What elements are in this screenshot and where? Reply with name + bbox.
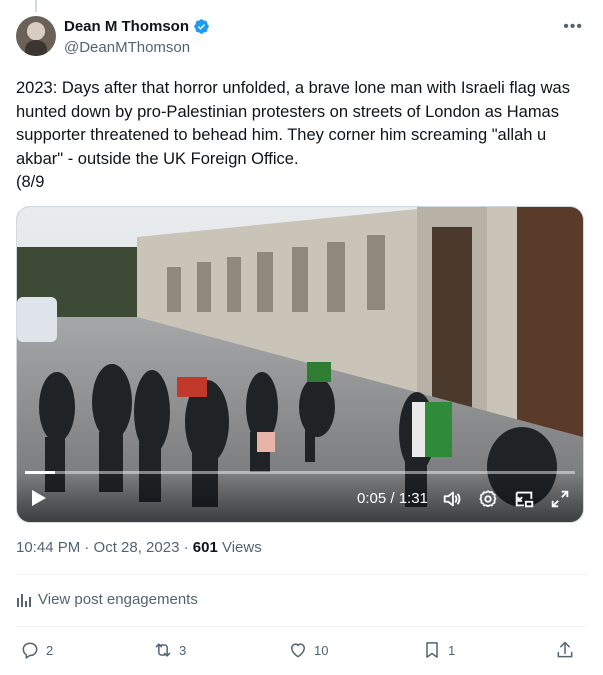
- view-engagements-link[interactable]: View post engagements: [16, 591, 198, 608]
- more-horizontal-icon[interactable]: •••: [563, 18, 583, 36]
- video-progress-fill: [25, 471, 56, 474]
- action-bar: 2 3 10 1: [16, 640, 587, 664]
- repost-button[interactable]: 3: [153, 640, 186, 660]
- bookmark-icon: [426, 642, 438, 658]
- video-player[interactable]: 0:05 / 1:31: [16, 206, 584, 523]
- share-button[interactable]: [555, 640, 575, 660]
- avatar[interactable]: [16, 16, 56, 56]
- like-count: 10: [314, 642, 329, 658]
- post-timestamp[interactable]: 10:44 PM · Oct 28, 2023 ·: [16, 539, 193, 556]
- share-icon: [557, 641, 573, 658]
- author-display-name[interactable]: Dean M Thomson: [64, 18, 189, 35]
- heart-icon: [291, 643, 305, 658]
- post-text: 2023: Days after that horror unfolded, a…: [16, 79, 570, 191]
- volume-icon[interactable]: [441, 488, 463, 510]
- repost-count: 3: [179, 642, 187, 658]
- settings-icon[interactable]: [477, 488, 499, 510]
- video-progress-bar[interactable]: [25, 471, 575, 474]
- video-time: 0:05 / 1:31: [357, 490, 428, 507]
- fullscreen-icon[interactable]: [549, 488, 571, 510]
- divider: [16, 626, 587, 627]
- reply-icon: [22, 642, 38, 659]
- picture-in-picture-icon[interactable]: [513, 488, 535, 510]
- thread-connector-line: [35, 0, 37, 12]
- divider: [16, 574, 587, 575]
- views-count: 601: [192, 539, 218, 556]
- post-header: Dean M Thomson @DeanMThomson •••: [16, 16, 587, 60]
- reply-count: 2: [46, 642, 54, 658]
- repost-icon: [155, 643, 171, 657]
- reply-button[interactable]: 2: [20, 640, 53, 660]
- author-name-row: Dean M Thomson: [64, 18, 210, 35]
- analytics-icon: [17, 593, 31, 607]
- like-button[interactable]: 10: [288, 640, 328, 660]
- bookmark-count: 1: [448, 642, 456, 658]
- author-handle[interactable]: @DeanMThomson: [64, 39, 190, 56]
- post-metadata: 10:44 PM · Oct 28, 2023 · 601 Views: [16, 539, 262, 556]
- bookmark-button[interactable]: 1: [422, 640, 455, 660]
- verified-badge-icon: [194, 19, 209, 34]
- views-label: Views: [217, 539, 262, 556]
- play-icon[interactable]: [31, 489, 47, 507]
- view-engagements-label: View post engagements: [38, 591, 198, 608]
